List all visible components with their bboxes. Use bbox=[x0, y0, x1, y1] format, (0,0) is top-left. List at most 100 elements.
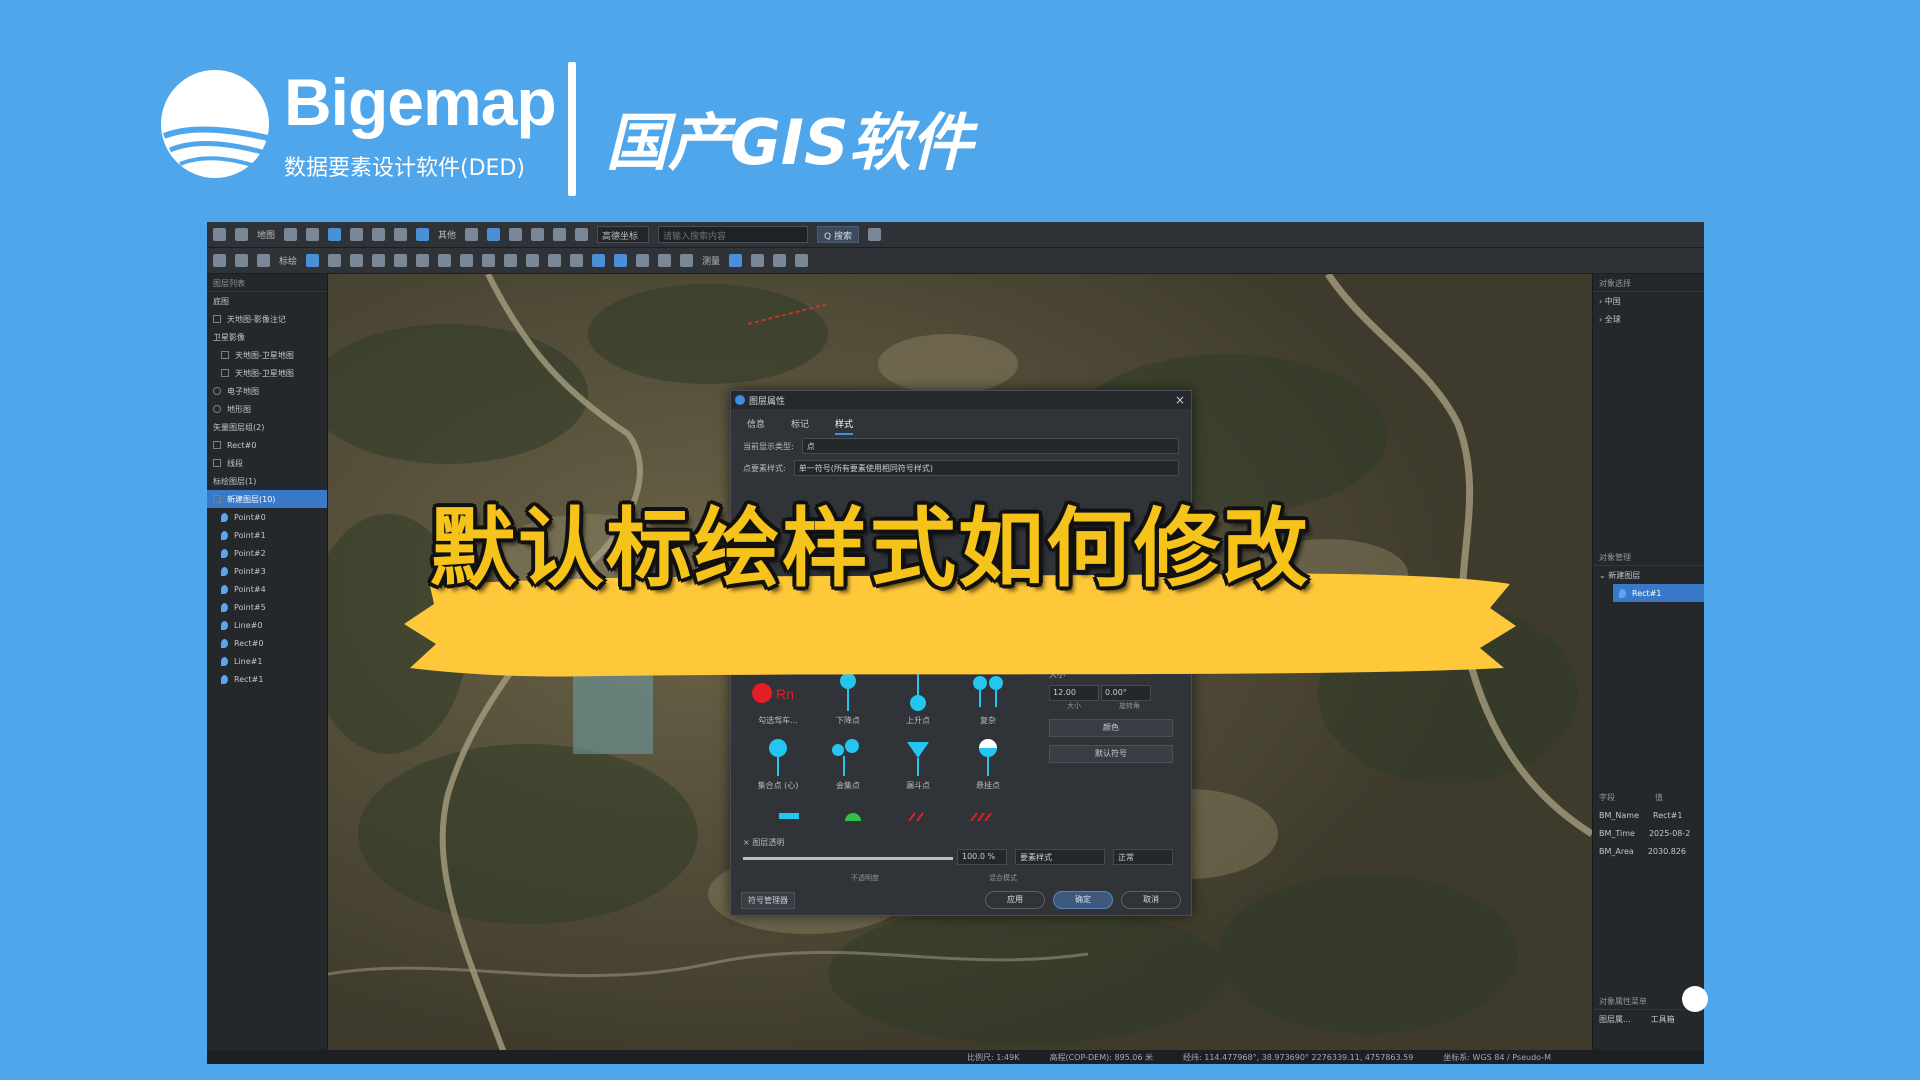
coord-select[interactable]: 高德坐标 bbox=[597, 226, 650, 243]
point-style-select[interactable]: 单一符号(所有要素使用相同符号样式) bbox=[793, 460, 1179, 476]
close-icon[interactable]: × bbox=[1175, 393, 1185, 407]
checkbox[interactable] bbox=[213, 315, 221, 323]
opacity-spinner[interactable]: 100.0 % bbox=[957, 849, 1007, 865]
display-type-select[interactable]: 点 bbox=[801, 438, 1179, 454]
layer-row[interactable]: Point#0 bbox=[207, 508, 327, 526]
layer-row[interactable]: Point#1 bbox=[207, 526, 327, 544]
tab-layer-props[interactable]: 图层属... bbox=[1599, 1014, 1631, 1025]
move-icon[interactable] bbox=[548, 254, 562, 267]
gear-icon[interactable] bbox=[213, 228, 226, 241]
ok-button[interactable]: 确定 bbox=[1053, 891, 1113, 909]
blend-select[interactable]: 要素样式 bbox=[1015, 849, 1105, 865]
point-icon[interactable] bbox=[221, 674, 228, 684]
tab-toolbox[interactable]: 工具箱 bbox=[1651, 1014, 1675, 1025]
layer-row[interactable]: Line#0 bbox=[207, 616, 327, 634]
object-item-china[interactable]: › 中国 bbox=[1593, 292, 1704, 310]
window-icon[interactable] bbox=[235, 228, 248, 241]
apply-button[interactable]: 应用 bbox=[985, 891, 1045, 909]
checkbox[interactable] bbox=[213, 495, 221, 503]
star-icon[interactable] bbox=[867, 228, 881, 241]
dialog-titlebar[interactable]: 图层属性 × bbox=[731, 391, 1191, 409]
color-button[interactable]: 颜色 bbox=[1049, 719, 1173, 737]
table-icon[interactable] bbox=[509, 228, 523, 241]
redo-icon[interactable] bbox=[614, 254, 628, 267]
size-spinner[interactable]: 12.00 bbox=[1049, 685, 1099, 701]
layer-row[interactable]: 卫星影像 bbox=[207, 328, 327, 346]
point-icon[interactable] bbox=[221, 548, 228, 558]
grid-icon[interactable] bbox=[465, 228, 479, 241]
layer-row[interactable]: Point#2 bbox=[207, 544, 327, 562]
layer-row[interactable]: Point#5 bbox=[207, 598, 327, 616]
tree-group-new-layer[interactable]: ⌄ 新建图层 bbox=[1593, 566, 1704, 584]
layer-row[interactable]: Point#3 bbox=[207, 562, 327, 580]
checkbox[interactable] bbox=[213, 405, 221, 413]
point-icon[interactable] bbox=[221, 638, 228, 648]
layer-row[interactable]: 天地图-卫星地图 bbox=[207, 346, 327, 364]
layers-icon[interactable] bbox=[284, 228, 298, 241]
grid2-icon[interactable] bbox=[531, 228, 545, 241]
point-icon[interactable] bbox=[221, 584, 228, 594]
symbol-item[interactable]: 集合点 (心) bbox=[743, 736, 813, 791]
point-icon[interactable] bbox=[221, 530, 228, 540]
layer-row[interactable]: 线段 bbox=[207, 454, 327, 472]
layer-row[interactable]: 新建图层(10) bbox=[207, 490, 327, 508]
undo-icon[interactable] bbox=[592, 254, 606, 267]
user-icon[interactable] bbox=[729, 254, 743, 267]
layer-row[interactable]: 地形图 bbox=[207, 400, 327, 418]
layer-row[interactable]: 标绘图层(1) bbox=[207, 472, 327, 490]
square-icon[interactable] bbox=[416, 254, 430, 267]
tab-style[interactable]: 样式 bbox=[835, 417, 854, 435]
checkbox[interactable] bbox=[213, 387, 221, 395]
map-menu[interactable]: 地图 bbox=[257, 228, 275, 241]
zoom-in-icon[interactable] bbox=[350, 228, 364, 241]
folder-icon[interactable] bbox=[553, 228, 567, 241]
layer-row[interactable]: 电子地图 bbox=[207, 382, 327, 400]
rectangle-icon[interactable] bbox=[372, 254, 386, 267]
cancel-button[interactable]: 取消 bbox=[1121, 891, 1181, 909]
layer-row[interactable]: 天地图-影像注记 bbox=[207, 310, 327, 328]
checkbox[interactable] bbox=[221, 351, 229, 359]
opacity-section-title[interactable]: × 图层透明 bbox=[743, 837, 1183, 848]
symbol-item[interactable]: 会集点 bbox=[813, 736, 883, 791]
select-circle-icon[interactable] bbox=[257, 254, 270, 267]
angle-icon[interactable] bbox=[795, 254, 809, 267]
ruler-icon[interactable] bbox=[751, 254, 765, 267]
point-icon[interactable] bbox=[221, 656, 228, 666]
layer-row[interactable]: Rect#1 bbox=[207, 670, 327, 688]
default-symbol-button[interactable]: 默认符号 bbox=[1049, 745, 1173, 763]
search-button[interactable]: Q 搜索 bbox=[817, 226, 859, 243]
layers-add-icon[interactable] bbox=[306, 228, 320, 241]
layer-row[interactable]: 底图 bbox=[207, 292, 327, 310]
mode-select[interactable]: 正常 bbox=[1113, 849, 1173, 865]
floating-handle[interactable] bbox=[1682, 986, 1708, 1012]
point-icon[interactable] bbox=[221, 620, 228, 630]
zoom-out-icon[interactable] bbox=[372, 228, 386, 241]
symbol-item[interactable]: 悬挂点 bbox=[953, 736, 1023, 791]
copy-icon[interactable] bbox=[658, 254, 672, 267]
other-menu[interactable]: 其他 bbox=[438, 228, 456, 241]
search-input[interactable]: 请输入搜索内容 bbox=[658, 226, 809, 243]
paste-icon[interactable] bbox=[680, 254, 694, 267]
tab-info[interactable]: 信息 bbox=[747, 417, 765, 435]
point-icon[interactable] bbox=[221, 512, 228, 522]
layer-row[interactable]: 矢量图层组(2) bbox=[207, 418, 327, 436]
tree-item-rect1[interactable]: Rect#1 bbox=[1613, 584, 1704, 602]
text-icon[interactable] bbox=[504, 254, 518, 267]
point-icon[interactable] bbox=[221, 602, 228, 612]
pentagon-icon[interactable] bbox=[438, 254, 452, 267]
line-icon[interactable] bbox=[350, 254, 364, 267]
opacity-slider[interactable] bbox=[743, 857, 953, 860]
brush-icon[interactable] bbox=[575, 228, 589, 241]
globe-icon[interactable] bbox=[487, 228, 501, 241]
tab-label[interactable]: 标记 bbox=[791, 417, 809, 435]
delete-icon[interactable] bbox=[636, 254, 650, 267]
arrow-icon[interactable] bbox=[394, 254, 408, 267]
point-icon[interactable] bbox=[306, 254, 320, 267]
circle-icon[interactable] bbox=[460, 254, 474, 267]
layer-row[interactable]: 天地图-卫星地图 bbox=[207, 364, 327, 382]
symbol-item[interactable]: 漏斗点 bbox=[883, 736, 953, 791]
layer-row[interactable]: Line#1 bbox=[207, 652, 327, 670]
select-rect-icon[interactable] bbox=[235, 254, 248, 267]
area-icon[interactable] bbox=[773, 254, 787, 267]
pointer-icon[interactable] bbox=[213, 254, 226, 267]
